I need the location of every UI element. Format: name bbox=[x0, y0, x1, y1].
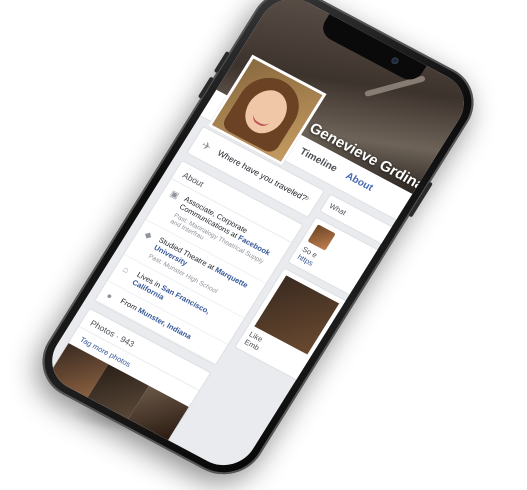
about-from-prefix: From bbox=[118, 296, 139, 313]
graduation-cap-icon: ◆ bbox=[142, 228, 155, 241]
phone-screen: Genevieve Grdina Timeline About ✈ Where … bbox=[39, 0, 477, 477]
location-pin-icon: ● bbox=[104, 290, 115, 302]
airplane-icon: ✈ bbox=[198, 139, 214, 154]
camera-icon bbox=[390, 56, 400, 66]
post-avatar[interactable] bbox=[307, 224, 336, 251]
briefcase-icon: ▣ bbox=[168, 188, 182, 201]
home-icon: ⌂ bbox=[121, 263, 132, 275]
tab-about[interactable]: About bbox=[343, 171, 374, 194]
